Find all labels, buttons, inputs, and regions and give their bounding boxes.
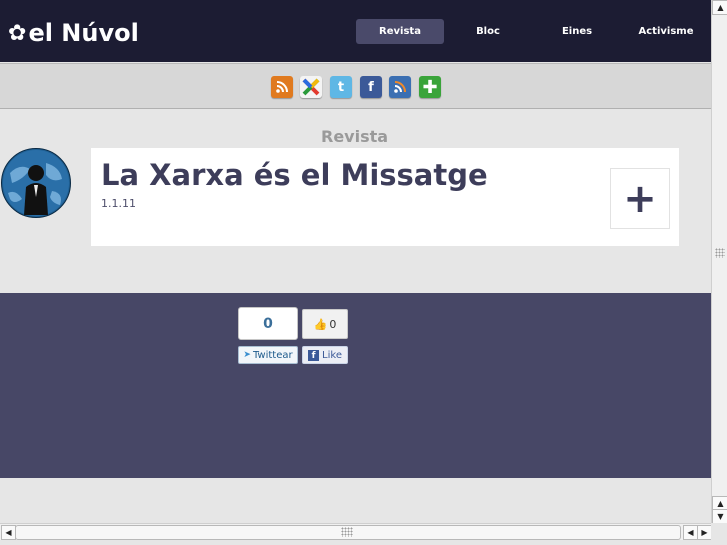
nav-revista[interactable]: Revista [356,19,444,44]
thumbs-up-icon: 👍 [313,317,328,331]
scroll-up-arrow-icon[interactable]: ▲ [712,0,727,15]
horizontal-scroll-thumb[interactable] [15,525,681,540]
social-bar: t f ✚ [0,63,711,109]
scrollbar-grip-icon[interactable] [341,527,353,537]
vertical-scrollbar[interactable]: ▲ ▲ ▼ [711,0,727,524]
author-avatar [1,148,71,218]
tweet-label: Twittear [252,349,293,361]
logo-text: el Núvol [28,19,139,47]
post-date: 1.1.11 [101,197,136,210]
scrollbar-grip-icon[interactable] [715,248,725,258]
facebook-like-count: 👍 0 [302,309,348,339]
nav-eines[interactable]: Eines [545,19,609,44]
twitter-icon[interactable]: t [330,76,352,98]
twitter-count-box: 0 [238,307,298,340]
rss-icon[interactable] [271,76,293,98]
add-icon[interactable]: ✚ [419,76,441,98]
scroll-left-arrow-icon[interactable]: ◀ [1,525,16,540]
site-logo[interactable]: ✿ el Núvol [8,19,139,47]
rss-feed-icon[interactable] [389,76,411,98]
horizontal-scrollbar[interactable]: ◀ ◀ ▶ [0,523,712,540]
scroll-right-arrow-icon[interactable]: ▶ [697,525,712,540]
scrollbar-corner [711,523,727,545]
twitter-bird-icon: ➤ [243,350,251,360]
site-header: ✿ el Núvol Revista Bloc Eines Activisme [0,0,711,62]
google-buzz-icon[interactable] [300,76,322,98]
nav-activisme[interactable]: Activisme [630,19,702,44]
post-title[interactable]: La Xarxa és el Missatge [101,158,488,192]
cloud-flower-icon: ✿ [8,20,27,46]
section-title: Revista [321,127,389,146]
facebook-icon[interactable]: f [360,76,382,98]
post-card: La Xarxa és el Missatge 1.1.11 + [91,148,679,246]
scroll-left-arrow-icon-right[interactable]: ◀ [683,525,698,540]
facebook-count: 0 [329,317,337,331]
like-label: Like [322,349,342,361]
nav-bloc[interactable]: Bloc [456,19,520,44]
expand-post-button[interactable]: + [610,168,670,229]
facebook-icon: f [308,349,320,361]
share-section [0,293,711,478]
scroll-down-arrow-icon[interactable]: ▼ [712,509,727,524]
tweet-button[interactable]: ➤ Twittear [238,346,298,364]
facebook-like-button[interactable]: f Like [302,346,348,364]
